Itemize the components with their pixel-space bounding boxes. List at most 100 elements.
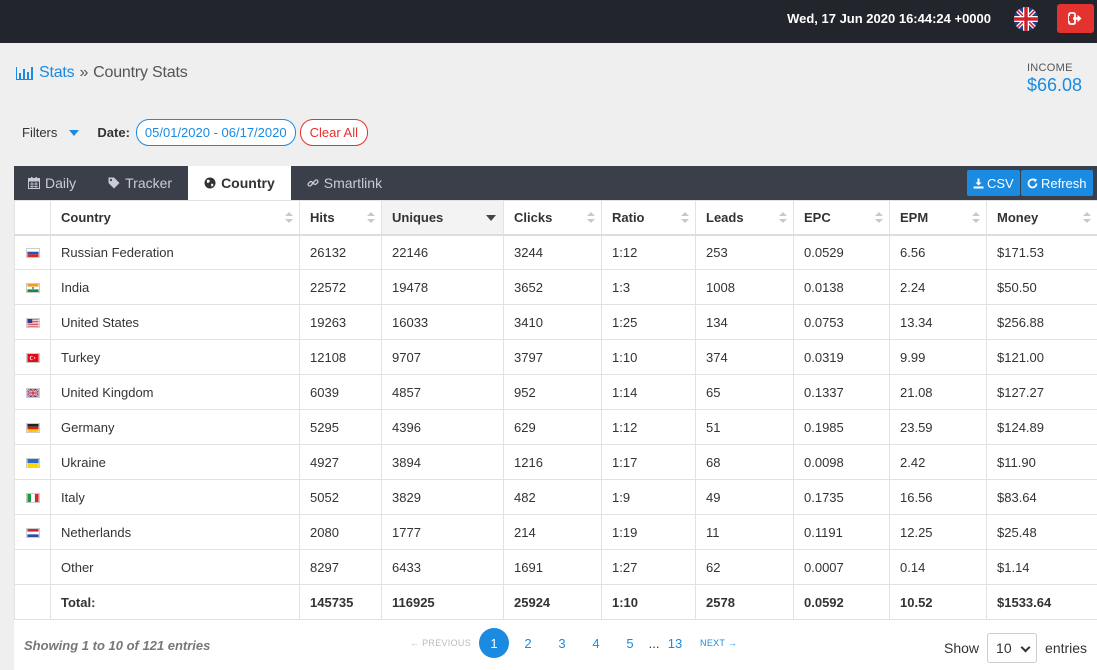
- breadcrumb-stats-link[interactable]: Stats: [39, 64, 75, 82]
- pagination: ← PREVIOUS 1 2 3 4 5 ... 13 NEXT →: [410, 628, 737, 658]
- next-page-button[interactable]: NEXT →: [700, 638, 737, 648]
- clicks-cell: 1216: [503, 444, 602, 480]
- column-label: Country: [61, 209, 111, 225]
- tab-tracker[interactable]: Tracker: [92, 166, 188, 200]
- total-ratio: 1:10: [601, 584, 696, 620]
- total-epm: 10.52: [889, 584, 987, 620]
- epc-cell: 0.0098: [793, 444, 890, 480]
- income-summary: INCOME $66.08: [1027, 62, 1082, 96]
- page-button[interactable]: 2: [511, 628, 545, 658]
- show-label: Show: [944, 640, 980, 656]
- us-flag-icon: [25, 318, 40, 329]
- caret-down-icon: [69, 129, 80, 136]
- clicks-cell: 1691: [503, 549, 602, 585]
- clear-all-button[interactable]: Clear All: [299, 119, 369, 146]
- column-header-hits[interactable]: Hits: [299, 200, 382, 236]
- tab-daily[interactable]: Daily: [14, 166, 92, 200]
- page-button[interactable]: 3: [545, 628, 579, 658]
- column-header-epc[interactable]: EPC: [793, 200, 890, 236]
- leads-cell: 1008: [695, 269, 794, 305]
- uniques-cell: 3829: [381, 479, 504, 515]
- tr-flag-icon: [25, 353, 40, 364]
- money-cell: $1.14: [986, 549, 1097, 585]
- flag-cell: [14, 409, 51, 445]
- epm-cell: 16.56: [889, 479, 987, 515]
- hits-cell: 12108: [299, 339, 382, 375]
- tab-country-label: Country: [221, 175, 275, 191]
- column-header-epm[interactable]: EPM: [889, 200, 987, 236]
- column-header-leads[interactable]: Leads: [695, 200, 794, 236]
- clicks-cell: 3410: [503, 304, 602, 340]
- page-button[interactable]: 1: [479, 628, 510, 658]
- country-cell: United Kingdom: [50, 374, 300, 410]
- globe-icon: [204, 177, 216, 189]
- filters-toggle[interactable]: Filters: [22, 125, 80, 140]
- pagination-ellipsis: ...: [648, 635, 660, 651]
- page-button[interactable]: 5: [613, 628, 647, 658]
- epc-cell: 0.0529: [793, 234, 890, 270]
- top-bar: Wed, 17 Jun 2020 16:44:24 +0000: [0, 0, 1097, 43]
- ru-flag-icon: [25, 248, 40, 259]
- epm-cell: 0.14: [889, 549, 987, 585]
- hits-cell: 5295: [299, 409, 382, 445]
- tab-smartlink[interactable]: Smartlink: [291, 166, 398, 200]
- sort-icon: [285, 212, 293, 224]
- date-range-picker[interactable]: 05/01/2020 - 06/17/2020: [135, 119, 296, 146]
- column-header-money[interactable]: Money: [986, 200, 1097, 236]
- epc-cell: 0.0138: [793, 269, 890, 305]
- flag-cell: [14, 584, 51, 620]
- total-label: Total:: [50, 584, 300, 620]
- entries-label: entries: [1045, 640, 1088, 656]
- column-label: Uniques: [392, 209, 444, 225]
- sort-icon: [587, 212, 595, 224]
- column-label: EPM: [900, 209, 929, 225]
- epm-cell: 2.24: [889, 269, 987, 305]
- chevron-down-icon: [1020, 642, 1031, 653]
- page-button[interactable]: 4: [579, 628, 613, 658]
- clicks-cell: 952: [503, 374, 602, 410]
- country-cell: Italy: [50, 479, 300, 515]
- country-cell: Russian Federation: [50, 234, 300, 270]
- uniques-cell: 16033: [381, 304, 504, 340]
- refresh-label: Refresh: [1041, 175, 1087, 191]
- column-header-uniques[interactable]: Uniques: [381, 200, 504, 236]
- column-header-country[interactable]: Country: [50, 200, 300, 236]
- leads-cell: 62: [695, 549, 794, 585]
- it-flag-icon: [25, 493, 40, 504]
- ratio-cell: 1:27: [601, 549, 696, 585]
- column-header-ratio[interactable]: Ratio: [601, 200, 696, 236]
- money-cell: $25.48: [986, 514, 1097, 550]
- hits-cell: 8297: [299, 549, 382, 585]
- column-header-clicks[interactable]: Clicks: [503, 200, 602, 236]
- ratio-cell: 1:19: [601, 514, 696, 550]
- gb-flag-icon: [25, 388, 40, 399]
- link-icon: [307, 179, 319, 187]
- clicks-cell: 3652: [503, 269, 602, 305]
- country-cell: Ukraine: [50, 444, 300, 480]
- previous-page-button[interactable]: ← PREVIOUS: [410, 638, 471, 648]
- uk-flag-icon[interactable]: [1014, 7, 1038, 31]
- sort-desc-icon: [486, 215, 496, 221]
- money-cell: $256.88: [986, 304, 1097, 340]
- page-size-select[interactable]: 10: [987, 633, 1038, 663]
- country-cell: Turkey: [50, 339, 300, 375]
- total-epc: 0.0592: [793, 584, 890, 620]
- csv-button[interactable]: CSV: [967, 170, 1020, 196]
- logout-button[interactable]: [1057, 4, 1094, 33]
- de-flag-icon: [25, 423, 40, 434]
- leads-cell: 11: [695, 514, 794, 550]
- hits-cell: 22572: [299, 269, 382, 305]
- epc-cell: 0.1191: [793, 514, 890, 550]
- page-button[interactable]: 13: [661, 628, 689, 658]
- table-header-row: Country Hits Uniques Clicks Ratio Leads …: [14, 200, 1097, 236]
- tab-country[interactable]: Country: [188, 166, 291, 200]
- csv-label: CSV: [987, 175, 1014, 191]
- leads-cell: 65: [695, 374, 794, 410]
- sort-icon: [875, 212, 883, 224]
- money-cell: $171.53: [986, 234, 1097, 270]
- column-header-flag: [14, 200, 51, 236]
- sort-icon: [681, 212, 689, 224]
- refresh-button[interactable]: Refresh: [1021, 170, 1093, 196]
- hits-cell: 6039: [299, 374, 382, 410]
- country-cell: United States: [50, 304, 300, 340]
